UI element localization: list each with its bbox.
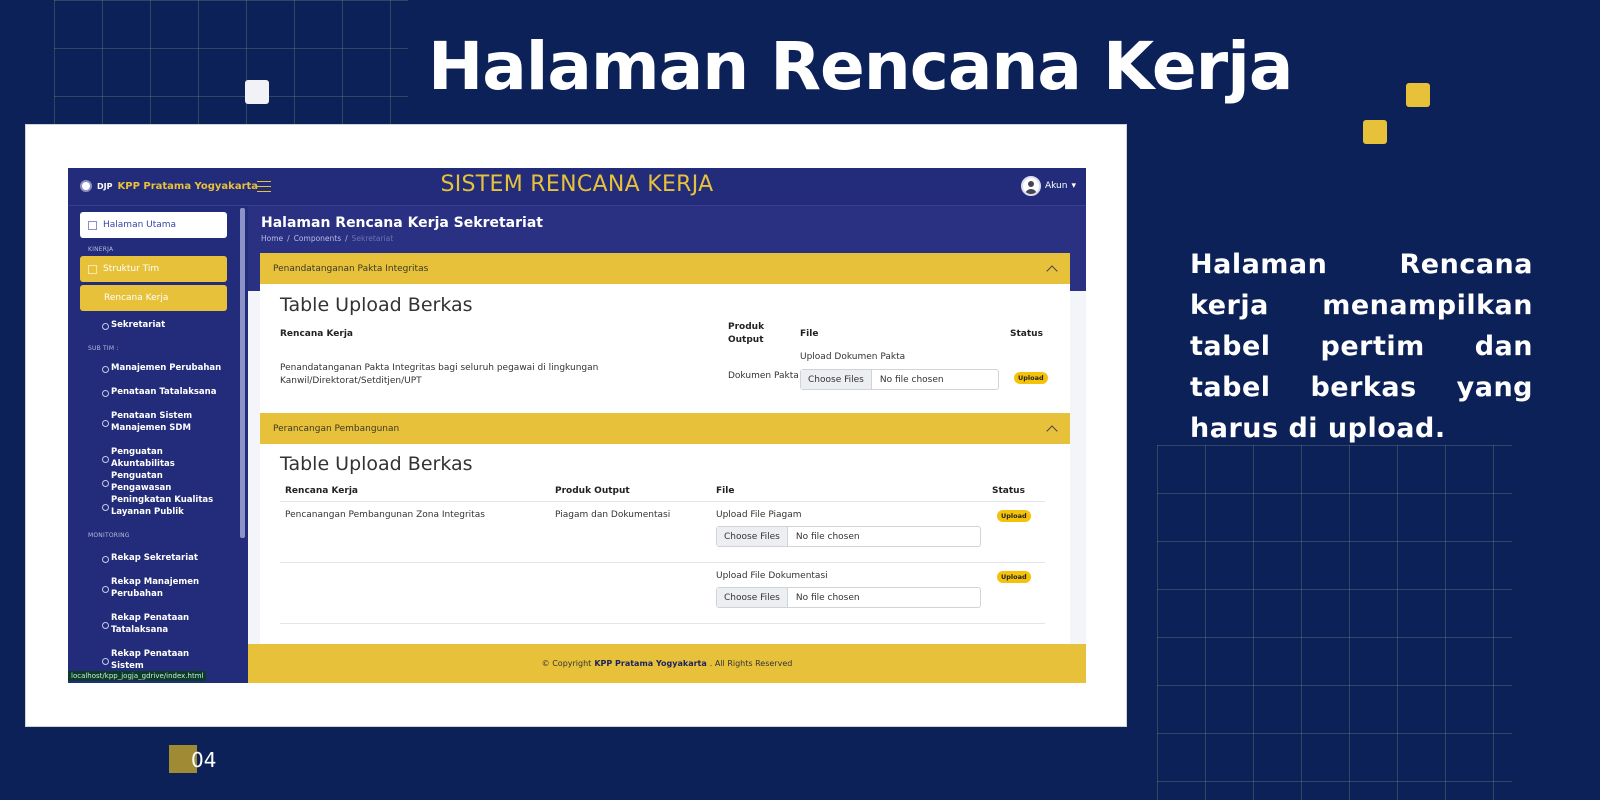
table-cell-rencana: Pencanangan Pembangunan Zona Integritas xyxy=(285,510,485,520)
sidebar-item-subtim[interactable]: Penataan Sistem Manajemen SDM xyxy=(102,410,222,434)
slide-title: Halaman Rencana Kerja xyxy=(428,28,1293,105)
file-input[interactable]: Choose Files No file chosen xyxy=(800,369,999,390)
breadcrumb-components[interactable]: Components xyxy=(294,234,341,243)
sidebar-item-rencana-kerja[interactable]: Rencana Kerja xyxy=(80,285,227,311)
footer-prefix: © Copyright xyxy=(541,659,592,668)
status-badge[interactable]: Upload xyxy=(997,571,1031,583)
choose-files-button[interactable]: Choose Files xyxy=(801,370,872,389)
divider xyxy=(280,562,1045,563)
column-header: Rencana Kerja xyxy=(280,329,353,339)
card-header[interactable]: Perancangan Pembangunan xyxy=(260,413,1070,444)
status-bar-url: localhost/kpp_jogja_gdrive/index.html xyxy=(68,671,207,681)
sidebar-section-kinerja: KINERJA xyxy=(88,246,114,253)
column-header: Produk Output xyxy=(728,322,765,345)
square-decoration-white xyxy=(245,80,269,104)
square-decoration-gold-1 xyxy=(1406,83,1430,107)
footer: © Copyright KPP Pratama Yogyakarta . All… xyxy=(248,644,1086,683)
table-cell-produk: Piagam dan Dokumentasi xyxy=(555,510,671,520)
sidebar-item-label: Struktur Tim xyxy=(103,264,160,274)
file-input[interactable]: Choose Files No file chosen xyxy=(716,526,981,547)
choose-files-button[interactable]: Choose Files xyxy=(717,527,788,546)
divider xyxy=(280,623,1045,624)
sidebar-item-monitoring[interactable]: Rekap Sekretariat xyxy=(102,552,222,564)
card-header-title: Penandatanganan Pakta Integritas xyxy=(273,263,429,274)
sidebar-item-subtim[interactable]: Penguatan Akuntabilitas xyxy=(102,446,222,470)
grid-icon xyxy=(88,264,97,274)
footer-brand: KPP Pratama Yogyakarta xyxy=(594,659,707,668)
sidebar-section-subtim: SUB TIM : xyxy=(88,345,119,352)
account-label: Akun xyxy=(1044,181,1068,191)
column-header: Status xyxy=(992,486,1025,496)
breadcrumb-separator: / xyxy=(287,234,290,243)
column-header: File xyxy=(800,329,819,339)
table-cell-produk: Dokumen Pakta xyxy=(728,371,799,381)
app-window: DJP KPP Pratama Yogyakarta SISTEM RENCAN… xyxy=(68,168,1086,683)
sidebar-section-monitoring: MONITORING xyxy=(88,532,130,539)
breadcrumb-current: Sekretariat xyxy=(351,234,394,243)
account-menu[interactable]: Akun ▾ xyxy=(1020,176,1076,196)
main-content: Halaman Rencana Kerja Sekretariat Home /… xyxy=(248,206,1086,683)
file-label: Upload File Dokumentasi xyxy=(716,571,828,581)
screenshot-frame: DJP KPP Pratama Yogyakarta SISTEM RENCAN… xyxy=(25,124,1127,727)
card-header[interactable]: Penandatanganan Pakta Integritas xyxy=(260,253,1070,284)
chevron-up-icon[interactable] xyxy=(1046,424,1058,437)
slide-description: Halaman Rencana kerja menampilkan tabel … xyxy=(1190,249,1533,444)
sidebar-scrollbar[interactable] xyxy=(240,208,245,538)
page-title: Halaman Rencana Kerja Sekretariat xyxy=(261,215,543,231)
divider xyxy=(280,501,1045,502)
sidebar-item-subtim[interactable]: Peningkatan Kualitas Layanan Publik xyxy=(102,494,222,518)
table-title: Table Upload Berkas xyxy=(280,453,473,475)
sidebar-item-subtim[interactable]: Manajemen Perubahan xyxy=(102,362,222,374)
grid-icon xyxy=(88,220,97,230)
square-decoration-gold-2 xyxy=(1363,120,1387,144)
footer-suffix: . All Rights Reserved xyxy=(709,659,793,668)
table-title: Table Upload Berkas xyxy=(280,294,473,316)
file-label: Upload Dokumen Pakta xyxy=(800,352,906,362)
file-input-status: No file chosen xyxy=(795,592,860,603)
status-badge[interactable]: Upload xyxy=(997,510,1031,522)
card-perancangan-pembangunan: Perancangan Pembangunan Table Upload Ber… xyxy=(260,413,1070,645)
file-input-status: No file chosen xyxy=(795,531,860,542)
file-input-status: No file chosen xyxy=(879,374,944,385)
file-label: Upload File Piagam xyxy=(716,510,802,520)
grid-decoration-top-left xyxy=(54,0,408,124)
sidebar-item-halaman-utama[interactable]: Halaman Utama xyxy=(80,212,227,238)
page-number: 04 xyxy=(191,748,217,772)
breadcrumb-separator: / xyxy=(345,234,348,243)
column-header: File xyxy=(716,486,735,496)
sidebar-item-subtim[interactable]: Penataan Tatalaksana xyxy=(102,386,222,398)
sidebar-item-label: Rencana Kerja xyxy=(104,293,169,303)
sidebar-item-sekretariat[interactable]: Sekretariat xyxy=(102,319,222,331)
status-badge[interactable]: Upload xyxy=(1014,372,1048,384)
top-navbar: DJP KPP Pratama Yogyakarta SISTEM RENCAN… xyxy=(68,168,1086,206)
sidebar-item-subtim[interactable]: Penguatan Pengawasan xyxy=(102,470,222,494)
avatar-icon xyxy=(1020,176,1041,196)
chevron-up-icon[interactable] xyxy=(1046,264,1058,277)
card-header-title: Perancangan Pembangunan xyxy=(273,423,400,434)
sidebar-item-monitoring[interactable]: Rekap Manajemen Perubahan xyxy=(102,576,222,600)
choose-files-button[interactable]: Choose Files xyxy=(717,588,788,607)
column-header: Rencana Kerja xyxy=(285,486,358,496)
sidebar-item-monitoring[interactable]: Rekap Penataan Sistem xyxy=(102,648,222,672)
column-header: Status xyxy=(1010,329,1043,339)
app-title: SISTEM RENCANA KERJA xyxy=(440,172,714,197)
breadcrumb: Home / Components / Sekretariat xyxy=(261,234,393,243)
file-input[interactable]: Choose Files No file chosen xyxy=(716,587,981,608)
card-pakta-integritas: Penandatanganan Pakta Integritas Table U… xyxy=(260,253,1070,413)
table-cell-rencana: Penandatanganan Pakta Integritas bagi se… xyxy=(280,363,599,386)
column-header: Produk Output xyxy=(555,486,630,496)
sidebar: Halaman Utama KINERJA Struktur Tim Renca… xyxy=(68,206,248,683)
sidebar-item-struktur-tim[interactable]: Struktur Tim xyxy=(80,256,227,282)
sidebar-item-label: Halaman Utama xyxy=(103,220,177,230)
breadcrumb-home[interactable]: Home xyxy=(261,234,283,243)
grid-decoration-bottom-right xyxy=(1157,445,1512,800)
sidebar-item-monitoring[interactable]: Rekap Penataan Tatalaksana xyxy=(102,612,222,636)
caret-down-icon: ▾ xyxy=(1071,181,1076,191)
